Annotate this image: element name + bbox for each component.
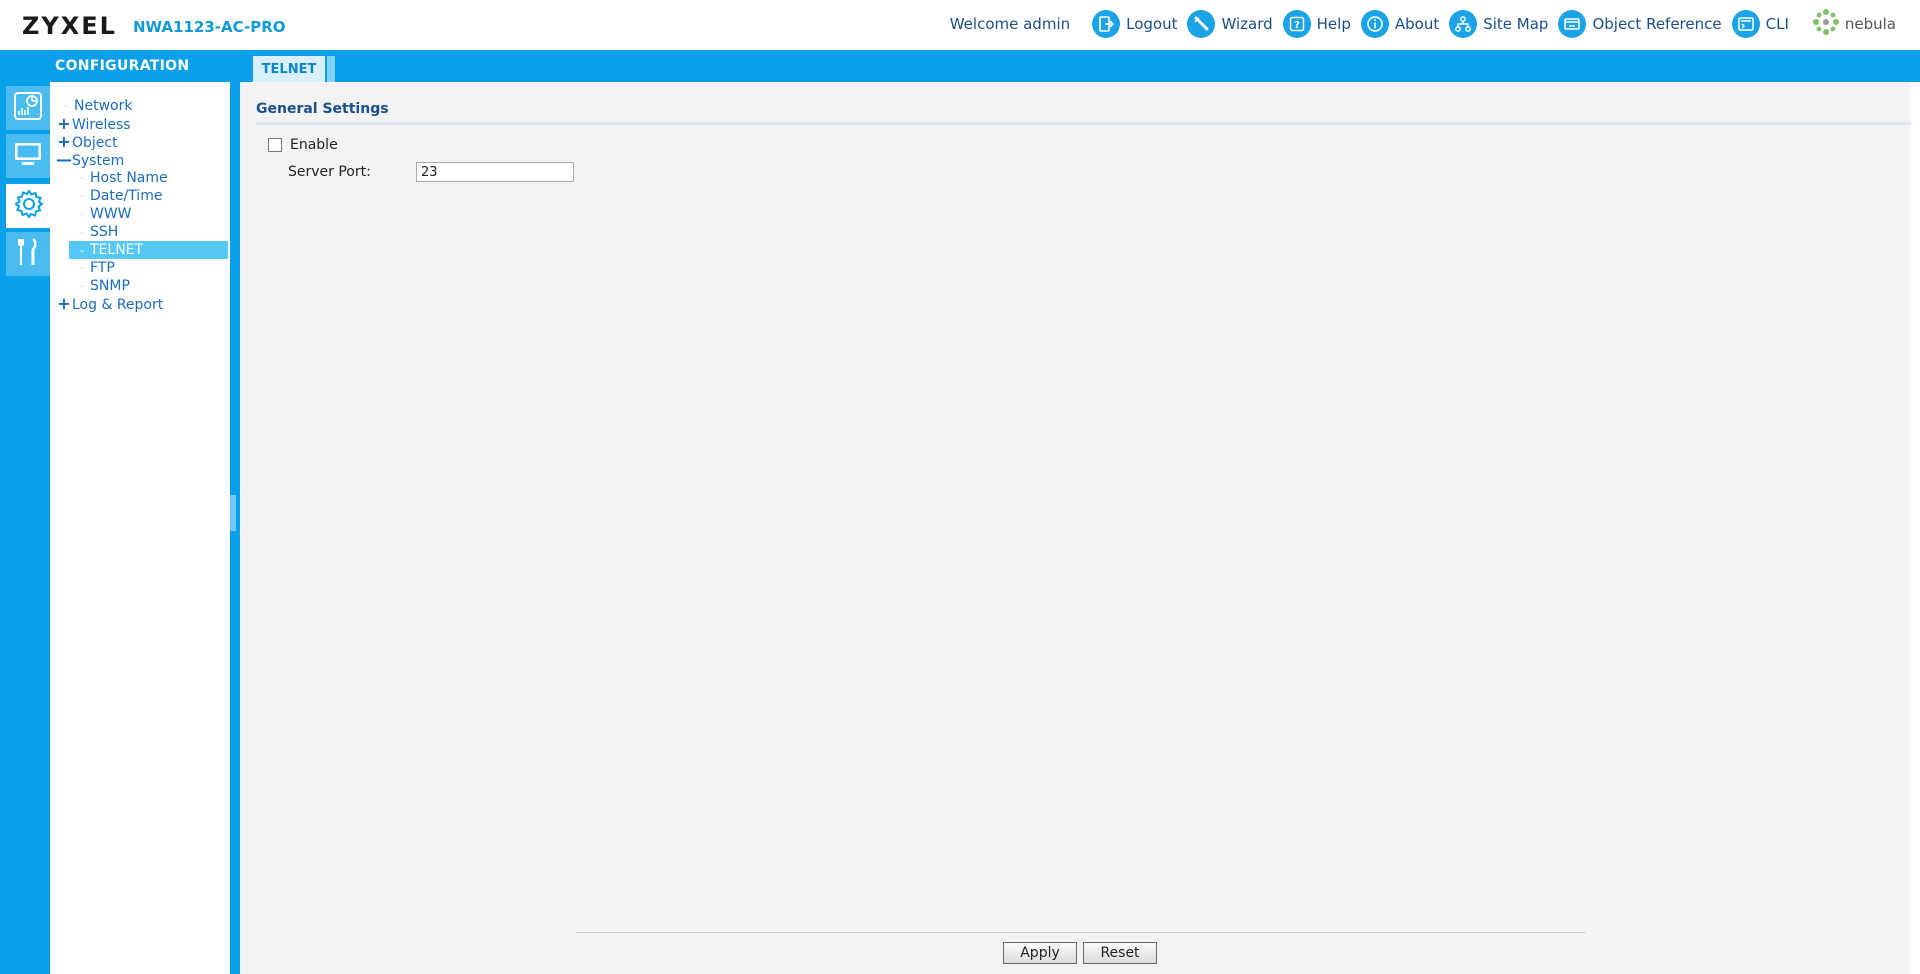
- section-title: General Settings: [256, 101, 389, 117]
- enable-checkbox[interactable]: [268, 138, 282, 152]
- configuration-gear-icon: [13, 188, 45, 224]
- rail-monitor[interactable]: [6, 134, 50, 178]
- about-label: About: [1394, 15, 1440, 33]
- tree-item-label: SSH: [90, 224, 119, 240]
- expand-plus-icon: +: [57, 294, 71, 313]
- cli-icon: [1731, 10, 1760, 38]
- tree-item-label: SNMP: [90, 278, 130, 294]
- object-reference-link[interactable]: Object Reference: [1558, 10, 1722, 38]
- tree-item-network[interactable]: · Network: [58, 97, 132, 115]
- tab-edge: [327, 56, 335, 82]
- about-link[interactable]: About: [1360, 10, 1440, 38]
- tree-item-label: WWW: [90, 206, 132, 222]
- nebula-link[interactable]: nebula: [1811, 7, 1896, 41]
- site-map-label: Site Map: [1483, 15, 1549, 33]
- top-header: ZYXEL NWA1123-AC-PRO Welcome admin Logou…: [0, 0, 1920, 50]
- help-link[interactable]: ? Help: [1282, 10, 1351, 38]
- object-reference-label: Object Reference: [1592, 15, 1722, 33]
- tab-telnet[interactable]: TELNET: [253, 56, 325, 82]
- wizard-label: Wizard: [1221, 15, 1273, 33]
- wizard-link[interactable]: Wizard: [1187, 10, 1273, 38]
- tree-item-label: Date/Time: [90, 188, 163, 204]
- help-label: Help: [1316, 15, 1351, 33]
- tree-item-label: TELNET: [90, 242, 144, 258]
- tree-item-label: FTP: [90, 260, 115, 276]
- nebula-icon: [1811, 7, 1841, 41]
- tree-item-snmp[interactable]: · SNMP: [74, 277, 130, 295]
- device-model: NWA1123-AC-PRO: [133, 18, 286, 36]
- apply-button[interactable]: Apply: [1003, 942, 1077, 964]
- tree-item-date-time[interactable]: · Date/Time: [74, 187, 162, 205]
- collapse-minus-icon: —: [56, 150, 72, 169]
- tree-item-www[interactable]: · WWW: [74, 205, 132, 223]
- tree-item-log-report[interactable]: +Log & Report: [56, 294, 164, 314]
- logout-icon: [1092, 10, 1121, 38]
- dashboard-icon: [12, 90, 44, 126]
- rail-configuration[interactable]: [6, 184, 52, 228]
- main-content: General Settings Enable Server Port: App…: [240, 82, 1920, 974]
- logout-label: Logout: [1126, 15, 1178, 33]
- nav-tree: · Network +Wireless +Object —System · Host…: [50, 82, 230, 974]
- tree-item-ftp[interactable]: · FTP: [74, 259, 115, 277]
- tree-item-label: Network: [74, 98, 133, 114]
- tree-item-host-name[interactable]: · Host Name: [74, 169, 168, 187]
- configuration-title: CONFIGURATION: [55, 58, 190, 74]
- footer-divider: [576, 932, 1586, 933]
- expand-plus-icon: +: [57, 114, 71, 133]
- server-port-input[interactable]: [416, 162, 574, 182]
- wizard-icon: [1187, 10, 1216, 38]
- tree-item-label: Wireless: [72, 117, 131, 133]
- tree-item-system[interactable]: —System: [56, 150, 125, 170]
- welcome-text: Welcome admin: [949, 15, 1071, 33]
- about-icon: [1360, 10, 1389, 38]
- tree-item-label: Object: [72, 135, 118, 151]
- monitor-icon: [12, 138, 44, 174]
- enable-row: Enable: [268, 137, 338, 153]
- site-map-link[interactable]: Site Map: [1449, 10, 1548, 38]
- logout-link[interactable]: Logout: [1092, 10, 1177, 38]
- top-nav: Welcome admin Logout Wizard ? Help About: [950, 8, 1896, 40]
- maintenance-tools-icon: [12, 236, 44, 272]
- cli-label: CLI: [1765, 15, 1789, 33]
- rail-dashboard[interactable]: [6, 86, 50, 130]
- tree-item-ssh[interactable]: · SSH: [74, 223, 118, 241]
- brand-logo: ZYXEL: [22, 12, 117, 40]
- cli-link[interactable]: CLI: [1731, 10, 1789, 38]
- rail-maintenance[interactable]: [6, 232, 50, 276]
- tree-item-label: System: [72, 153, 125, 169]
- tree-item-wireless[interactable]: +Wireless: [56, 114, 131, 134]
- tree-item-label: Host Name: [90, 170, 168, 186]
- reset-button[interactable]: Reset: [1083, 942, 1157, 964]
- svg-text:?: ?: [1294, 20, 1300, 31]
- tree-item-label: Log & Report: [72, 297, 164, 313]
- tab-telnet-label: TELNET: [261, 61, 317, 77]
- content-right-border: [1910, 82, 1920, 974]
- nebula-label: nebula: [1844, 15, 1896, 33]
- tree-item-telnet[interactable]: - TELNET: [69, 241, 228, 259]
- splitter-handle[interactable]: [230, 495, 236, 531]
- server-port-label: Server Port:: [288, 164, 371, 180]
- tree-item-object[interactable]: +Object: [56, 132, 118, 152]
- site-map-icon: [1449, 10, 1478, 38]
- category-rail: [0, 82, 52, 974]
- section-divider: [256, 122, 1911, 125]
- expand-plus-icon: +: [57, 132, 71, 151]
- object-reference-icon: [1558, 10, 1587, 38]
- enable-label: Enable: [290, 137, 338, 153]
- help-icon: ?: [1282, 10, 1311, 38]
